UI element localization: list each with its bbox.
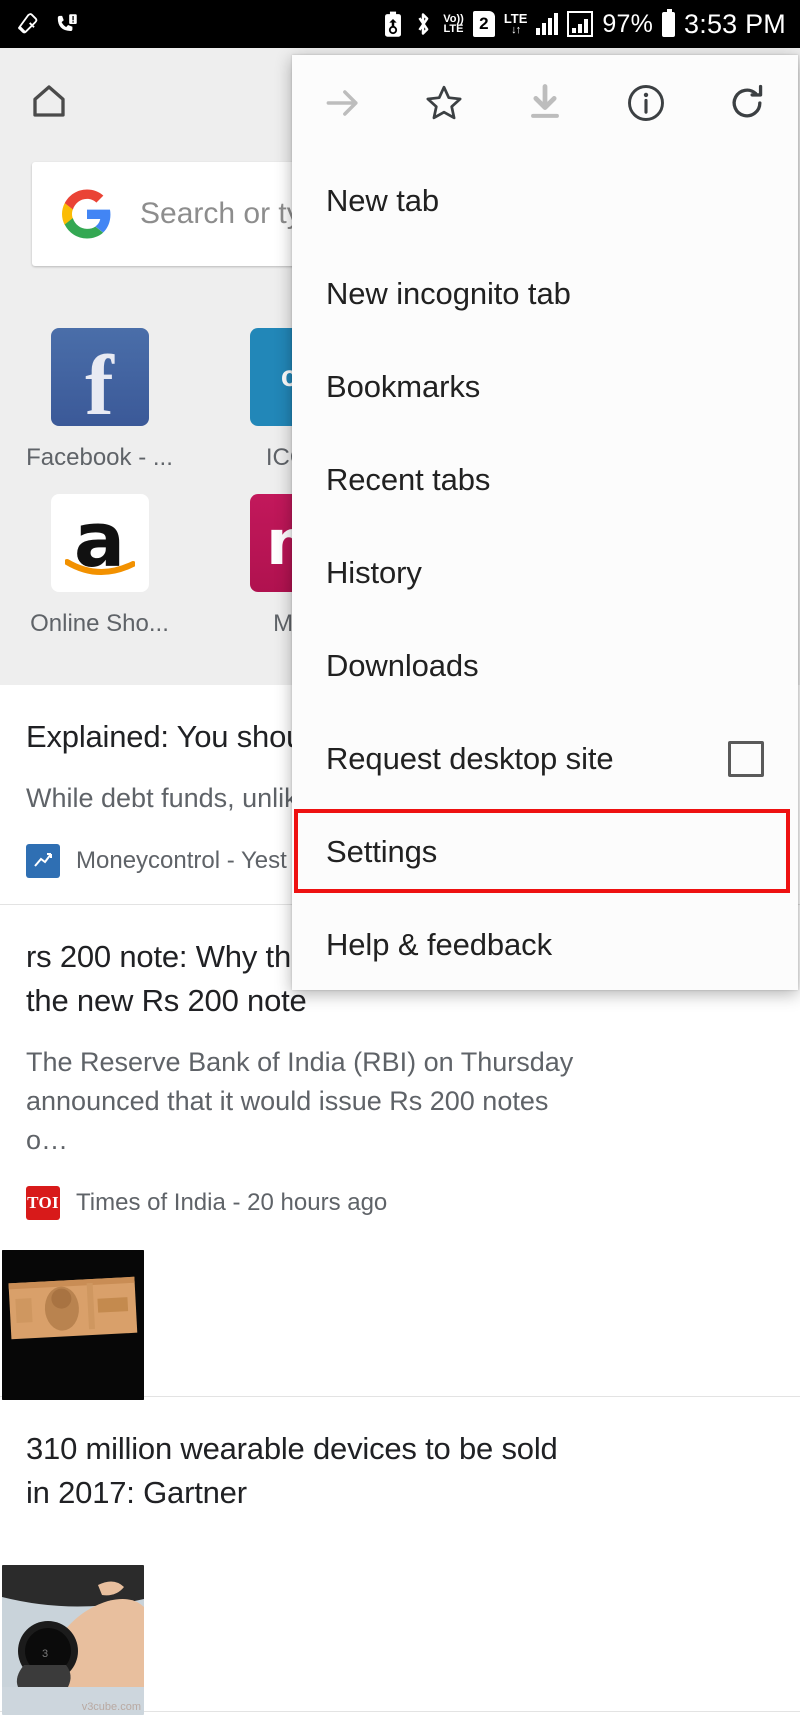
menu-item-label: New tab [326,182,440,218]
browser-menu: New tab New incognito tab Bookmarks Rece… [292,55,798,990]
article-source-label: Times of India - 20 hours ago [76,1189,388,1216]
battery-icon [662,8,676,37]
tile-label: Online Sho... [30,610,169,637]
status-bar-right: Vo)) LTE 2 LTE ↓↑ 97% 3:53 PM [383,8,786,40]
status-bar-left [14,11,80,37]
toi-icon: TOI [26,1186,60,1220]
facebook-icon: f [50,328,149,426]
menu-item-label: History [326,554,422,590]
tile-amazon[interactable]: a Online Sho... [0,494,199,638]
amazon-icon: a [50,494,149,592]
request-desktop-site-checkbox[interactable] [728,740,764,777]
reload-icon[interactable] [697,81,798,125]
page-info-icon[interactable] [596,81,697,125]
menu-item-label: Bookmarks [326,368,481,404]
svg-text:3: 3 [42,1648,48,1660]
menu-item-new-incognito-tab[interactable]: New incognito tab [292,247,798,340]
forward-icon[interactable] [292,81,393,125]
article-card[interactable]: 310 million wearable devices to be sold … [0,1397,800,1715]
menu-item-label: New incognito tab [326,275,571,311]
menu-toolbar [292,55,798,150]
battery-saver-icon [383,11,403,38]
menu-item-bookmarks[interactable]: Bookmarks [292,340,798,433]
signal-bars-boxed-icon [567,11,594,37]
home-icon[interactable] [28,80,70,122]
download-icon[interactable] [494,81,595,125]
status-bar: Vo)) LTE 2 LTE ↓↑ 97% 3:53 PM [0,0,800,48]
article-source-label: Moneycontrol - Yest [76,847,287,874]
tile-label: Facebook - ... [26,444,173,471]
moneycontrol-icon [26,844,60,878]
menu-item-help-and-feedback[interactable]: Help & feedback [292,898,798,991]
lte-data-icon: LTE ↓↑ [503,10,528,36]
article-snippet: The Reserve Bank of India (RBI) on Thurs… [26,1047,574,1155]
bluetooth-icon [412,11,434,37]
tile-facebook[interactable]: f Facebook - ... [0,328,199,472]
volte-icon: Vo)) LTE [443,12,464,35]
article-title: 310 million wearable devices to be sold … [26,1431,558,1510]
settings-highlight-box [294,809,790,893]
menu-item-label: Help & feedback [326,926,552,962]
google-g-icon [62,189,112,239]
missed-call-icon [54,11,80,37]
menu-item-label: Downloads [326,647,479,683]
signal-bars-icon [536,13,559,35]
menu-item-downloads[interactable]: Downloads [292,619,798,712]
menu-item-label: Recent tabs [326,461,491,497]
bookmark-star-icon[interactable] [393,81,494,125]
menu-item-new-tab[interactable]: New tab [292,154,798,247]
silent-mode-icon [14,11,40,37]
sim-2-icon: 2 [472,11,495,37]
thumbnail-watermark: v3cube.com [81,1701,141,1713]
battery-percent-label: 97% [602,9,654,38]
menu-item-request-desktop-site[interactable]: Request desktop site [292,712,798,805]
menu-item-label: Request desktop site [326,740,614,776]
clock-label: 3:53 PM [684,8,786,39]
menu-item-history[interactable]: History [292,526,798,619]
article-thumbnail [2,1250,144,1400]
menu-item-recent-tabs[interactable]: Recent tabs [292,433,798,526]
article-source: TOI Times of India - 20 hours ago [26,1186,584,1220]
article-thumbnail: 3 v3cube.com [2,1565,144,1715]
